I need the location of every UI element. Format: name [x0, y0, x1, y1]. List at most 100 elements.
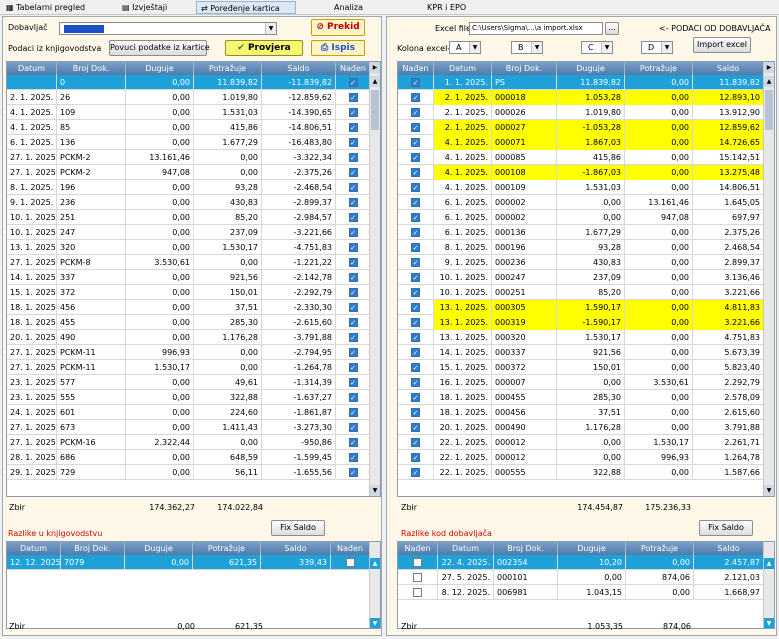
col-datum[interactable]: Datum [434, 62, 492, 75]
checkbox-checked-icon[interactable]: ✓ [348, 243, 358, 252]
scroll-up-icon[interactable]: ▲ [370, 76, 380, 87]
col-duguje[interactable]: Duguje [125, 542, 193, 555]
table-row[interactable]: ✓ 22. 1. 2025. 000555 322,88 0,00 1.587,66 [398, 465, 764, 480]
col-c-select[interactable]: C ▼ [581, 41, 613, 54]
table-row[interactable]: ✓ 20. 1. 2025. 000490 1.176,28 0,00 3.791,88 [398, 420, 764, 435]
table-row[interactable]: 23. 1. 2025. 555 0,00 322,88 -1.637,27 ✓ [7, 390, 371, 405]
table-row[interactable]: 27. 1. 2025. PCKM-8 3.530,61 0,00 -1.221,22 ✓ [7, 255, 371, 270]
ispis-button[interactable]: ⎙ Ispis [311, 40, 365, 56]
checkbox-checked-icon[interactable]: ✓ [348, 333, 358, 342]
knjigovodstvo-grid[interactable]: Datum Broj Dok. Duguje Potražuje Saldo N… [6, 61, 381, 497]
scrollbar[interactable]: ▶ ▲ ▼ [369, 62, 380, 496]
checkbox-checked-icon[interactable]: ✓ [411, 318, 420, 327]
col-naden[interactable]: Nađen [336, 62, 371, 75]
checkbox-checked-icon[interactable]: ✓ [348, 108, 358, 117]
col-duguje[interactable]: Duguje [126, 62, 194, 75]
checkbox-checked-icon[interactable]: ✓ [411, 468, 420, 477]
table-row[interactable]: 27. 1. 2025. 673 0,00 1.411,43 -3.273,30 ✓ [7, 420, 371, 435]
col-potrazuje[interactable]: Potražuje [625, 62, 693, 75]
checkbox-icon[interactable] [413, 588, 422, 597]
col-naden[interactable]: Nađen [398, 542, 438, 555]
import-excel-button[interactable]: Import excel [693, 37, 751, 53]
table-row[interactable]: 2. 1. 2025. 26 0,00 1.019,80 -12.859,62 ✓ [7, 90, 371, 105]
scroll-down-icon[interactable]: ▼ [370, 485, 380, 496]
checkbox-checked-icon[interactable]: ✓ [348, 183, 358, 192]
checkbox-checked-icon[interactable]: ✓ [411, 333, 420, 342]
col-datum[interactable]: Datum [438, 542, 494, 555]
tab-izvjestaji[interactable]: ▤ Izvještaji [118, 1, 188, 14]
table-row[interactable]: ✓ 10. 1. 2025. 000251 85,20 0,00 3.221,66 [398, 285, 764, 300]
checkbox-checked-icon[interactable]: ✓ [411, 213, 420, 222]
checkbox-checked-icon[interactable]: ✓ [348, 123, 358, 132]
scrollbar[interactable]: ▲ ▼ [369, 542, 380, 628]
checkbox-checked-icon[interactable]: ✓ [411, 273, 420, 282]
table-row[interactable]: 27. 1. 2025. PCKM-16 2.322,44 0,00 -950,86 ✓ [7, 435, 371, 450]
checkbox-checked-icon[interactable]: ✓ [411, 393, 420, 402]
checkbox-checked-icon[interactable]: ✓ [348, 138, 358, 147]
scroll-right-icon[interactable]: ▶ [370, 62, 380, 73]
table-row[interactable]: 20. 1. 2025. 490 0,00 1.176,28 -3.791,88 ✓ [7, 330, 371, 345]
checkbox-checked-icon[interactable]: ✓ [348, 93, 358, 102]
scrollbar[interactable]: ▶ ▲ ▼ [763, 62, 774, 496]
checkbox-checked-icon[interactable]: ✓ [348, 393, 358, 402]
provjera-button[interactable]: ✔ Provjera [225, 40, 303, 56]
checkbox-checked-icon[interactable]: ✓ [348, 363, 358, 372]
scroll-right-icon[interactable]: ▶ [764, 62, 774, 73]
checkbox-checked-icon[interactable]: ✓ [348, 168, 358, 177]
scrollbar[interactable]: ▲ ▼ [763, 542, 774, 628]
col-d-select[interactable]: D ▼ [641, 41, 673, 54]
checkbox-checked-icon[interactable]: ✓ [411, 183, 420, 192]
checkbox-checked-icon[interactable]: ✓ [348, 198, 358, 207]
checkbox-checked-icon[interactable]: ✓ [348, 378, 358, 387]
checkbox-checked-icon[interactable]: ✓ [348, 213, 358, 222]
col-naden[interactable]: Nađen [331, 542, 370, 555]
table-row[interactable]: 27. 1. 2025. PCKM-2 947,08 0,00 -2.375,26 ✓ [7, 165, 371, 180]
table-row[interactable]: ✓ 4. 1. 2025. 000071 1.867,03 0,00 14.726,65 [398, 135, 764, 150]
razlike-dob-grid[interactable]: Nađen Datum Broj Dok. Duguje Potražuje S… [397, 541, 775, 629]
table-row[interactable]: 12. 12. 2025. 7079 0,00 621,35 339,43 [7, 555, 370, 570]
checkbox-checked-icon[interactable]: ✓ [411, 363, 420, 372]
checkbox-checked-icon[interactable]: ✓ [411, 378, 420, 387]
checkbox-checked-icon[interactable]: ✓ [411, 423, 420, 432]
checkbox-checked-icon[interactable]: ✓ [411, 78, 420, 87]
col-b-select[interactable]: B ▼ [511, 41, 543, 54]
table-row[interactable]: 14. 1. 2025. 337 0,00 921,56 -2.142,78 ✓ [7, 270, 371, 285]
dobavljac-select[interactable]: ▼ [59, 22, 277, 35]
tab-tabelarni-pregled[interactable]: ▦ Tabelarni pregled [2, 1, 102, 14]
table-row[interactable]: 18. 1. 2025. 456 0,00 37,51 -2.330,30 ✓ [7, 300, 371, 315]
table-row[interactable]: ✓ 1. 1. 2025. PS 11.839,82 0,00 11.839,82 [398, 75, 764, 90]
table-row[interactable]: ✓ 9. 1. 2025. 000236 430,83 0,00 2.899,37 [398, 255, 764, 270]
table-row[interactable]: ✓ 4. 1. 2025. 000085 415,86 0,00 15.142,51 [398, 150, 764, 165]
table-row[interactable]: ✓ 18. 1. 2025. 000456 37,51 0,00 2.615,60 [398, 405, 764, 420]
table-row[interactable]: 29. 1. 2025. 729 0,00 56,11 -1.655,56 ✓ [7, 465, 371, 480]
checkbox-checked-icon[interactable]: ✓ [411, 258, 420, 267]
povuci-button[interactable]: Povuci podatke iz kartice [109, 40, 210, 56]
tab-poredjenje-kartica[interactable]: ⇄ Poređenje kartica [196, 1, 296, 14]
table-row[interactable]: ✓ 22. 1. 2025. 000012 0,00 996,93 1.264,78 [398, 450, 764, 465]
checkbox-checked-icon[interactable]: ✓ [411, 288, 420, 297]
checkbox-checked-icon[interactable]: ✓ [348, 228, 358, 237]
table-row[interactable]: ✓ 13. 1. 2025. 000319 -1.590,17 0,00 3.221,66 [398, 315, 764, 330]
checkbox-checked-icon[interactable]: ✓ [348, 453, 358, 462]
checkbox-checked-icon[interactable]: ✓ [411, 348, 420, 357]
table-row[interactable]: ✓ 13. 1. 2025. 000305 1.590,17 0,00 4.811,83 [398, 300, 764, 315]
table-row[interactable]: 8. 12. 2025. 006981 1.043,15 0,00 1.668,97 [398, 585, 764, 600]
table-row[interactable]: 10. 1. 2025. 247 0,00 237,09 -3.221,66 ✓ [7, 225, 371, 240]
checkbox-checked-icon[interactable]: ✓ [411, 228, 420, 237]
scroll-down-icon[interactable]: ▼ [764, 485, 774, 496]
table-row[interactable]: 18. 1. 2025. 455 0,00 285,30 -2.615,60 ✓ [7, 315, 371, 330]
table-row[interactable]: ✓ 4. 1. 2025. 000109 1.531,03 0,00 14.806,51 [398, 180, 764, 195]
col-saldo[interactable]: Saldo [262, 62, 336, 75]
checkbox-checked-icon[interactable]: ✓ [348, 258, 358, 267]
table-row[interactable]: 6. 1. 2025. 136 0,00 1.677,29 -16.483,80 ✓ [7, 135, 371, 150]
col-broj-dok[interactable]: Broj Dok. [61, 542, 125, 555]
col-saldo[interactable]: Saldo [693, 62, 764, 75]
razlike-knjig-grid[interactable]: Datum Broj Dok. Duguje Potražuje Saldo N… [6, 541, 381, 629]
table-row[interactable]: 27. 1. 2025. PCKM-2 13.161,46 0,00 -3.322,34… [7, 150, 371, 165]
fix-saldo-left-button[interactable]: Fix Saldo [271, 520, 325, 536]
checkbox-checked-icon[interactable]: ✓ [348, 288, 358, 297]
col-saldo[interactable]: Saldo [694, 542, 764, 555]
table-row[interactable]: ✓ 22. 1. 2025. 000012 0,00 1.530,17 2.261,71 [398, 435, 764, 450]
checkbox-checked-icon[interactable]: ✓ [411, 108, 420, 117]
table-row[interactable]: ✓ 8. 1. 2025. 000196 93,28 0,00 2.468,54 [398, 240, 764, 255]
